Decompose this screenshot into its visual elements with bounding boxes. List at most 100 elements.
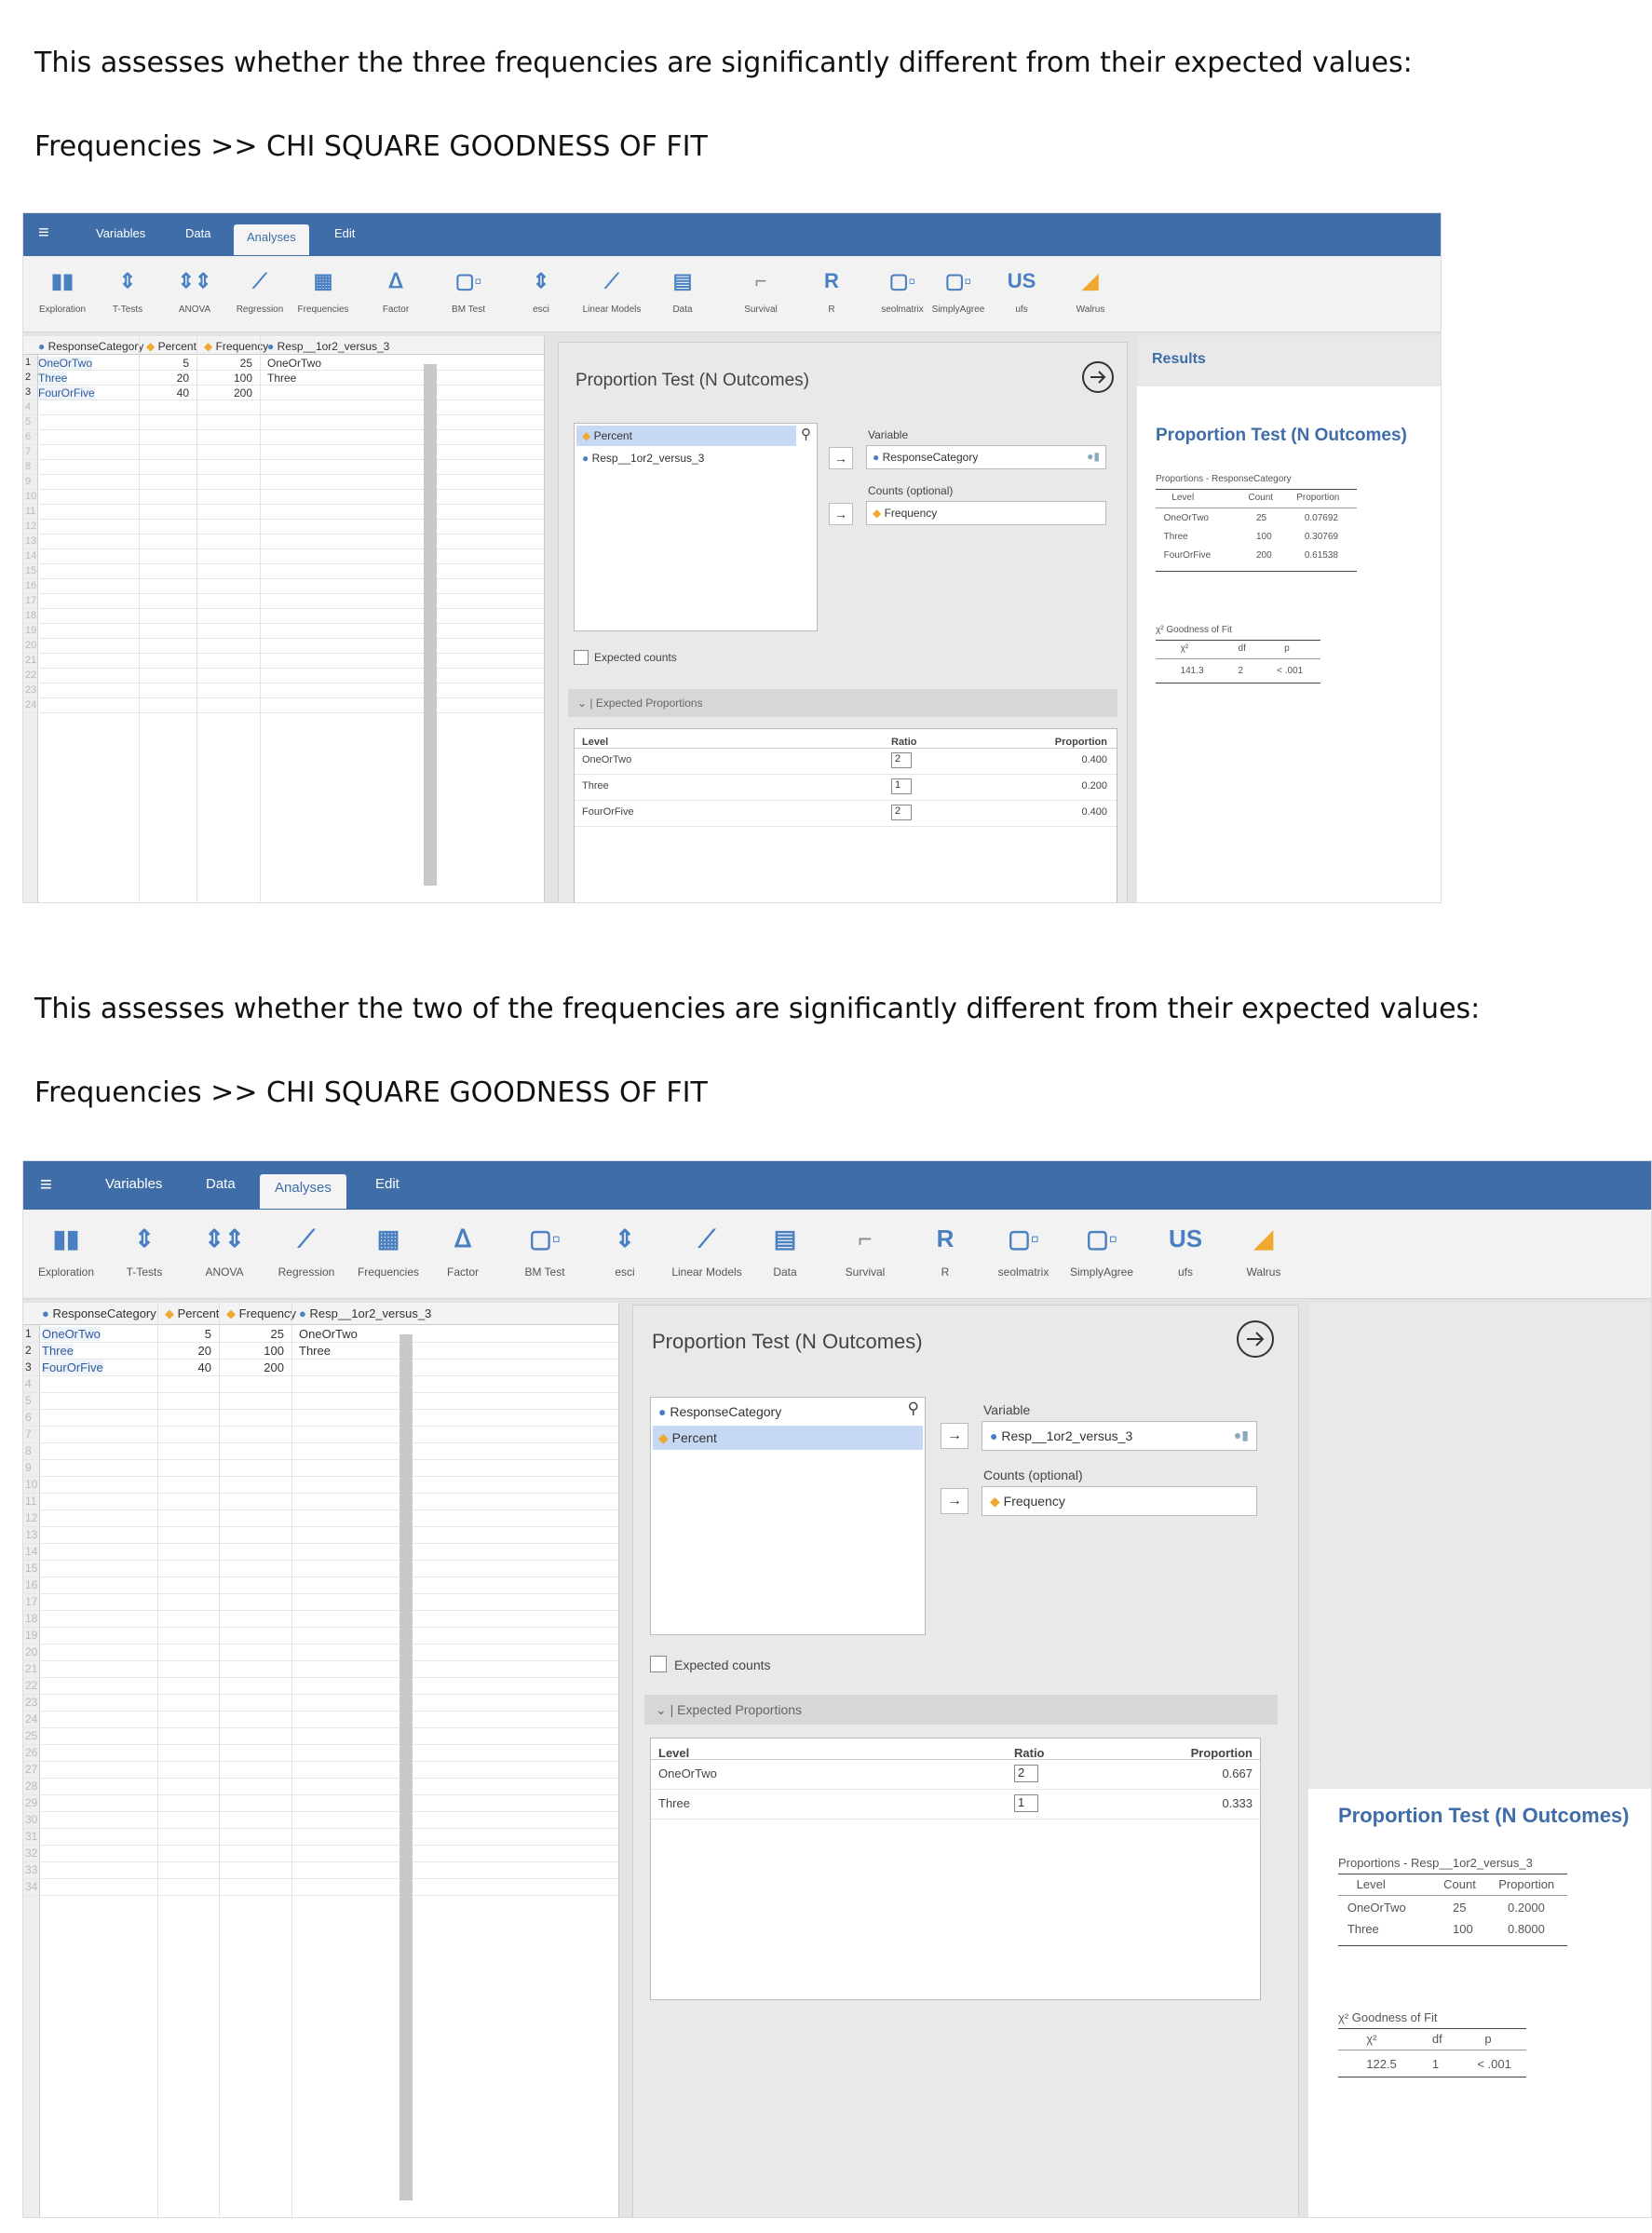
toolbar-seolmatrix[interactable]: ▢▫ seolmatrix — [986, 1210, 1061, 1298]
toolbar-data[interactable]: ▤ Data — [645, 256, 720, 332]
cell-r2-c4[interactable]: Three — [299, 1344, 331, 1358]
move-to-counts-button[interactable]: → — [941, 1488, 968, 1514]
vertical-scrollbar[interactable] — [424, 364, 437, 886]
toolbar-factor[interactable]: ᐃ Factor — [359, 256, 433, 332]
expected-proportions-section[interactable]: ⌄ | Expected Proportions — [644, 1695, 1278, 1725]
toolbar-frequencies[interactable]: ▦ Frequencies — [286, 256, 360, 332]
move-to-variable-button[interactable]: → — [941, 1423, 968, 1449]
column-header-responsecategory[interactable]: ● ResponseCategory — [38, 340, 143, 353]
toolbar-walrus[interactable]: ◢ Walrus — [1226, 1210, 1301, 1298]
cell-r1-c4[interactable]: OneOrTwo — [299, 1327, 358, 1341]
source-var-percent[interactable]: ◆ Percent — [653, 1426, 923, 1450]
cell-r1-c3[interactable]: 25 — [226, 1327, 284, 1341]
column-header-frequency[interactable]: ◆ Frequency — [226, 1306, 296, 1321]
vertical-scrollbar[interactable] — [399, 1334, 413, 2200]
column-header-resp__1or2_versus_3[interactable]: ● Resp__1or2_versus_3 — [299, 1306, 431, 1320]
cell-r2-c4[interactable]: Three — [267, 372, 296, 385]
toolbar-anova[interactable]: ⇕⇕ ANOVA — [157, 256, 232, 332]
toolbar-exploration[interactable]: ▮▮ Exploration — [25, 256, 100, 332]
source-variables-list[interactable]: ◆ Percent ● Resp__1or2_versus_3 ⚲ — [574, 423, 818, 631]
menu-edit[interactable]: Edit — [375, 1176, 399, 1192]
toolbar-factor[interactable]: ᐃ Factor — [426, 1210, 500, 1298]
cell-r2-c1[interactable]: Three — [38, 372, 68, 385]
toolbar-linear-models[interactable]: ⟋ Linear Models — [670, 1210, 744, 1298]
source-var-percent[interactable]: ◆ Percent — [576, 426, 796, 446]
ratio-input[interactable]: 1 — [891, 778, 912, 794]
toolbar-ufs[interactable]: US ufs — [1148, 1210, 1223, 1298]
toolbar-bm-test[interactable]: ▢▫ BM Test — [508, 1210, 582, 1298]
toolbar-r[interactable]: RR — [794, 256, 869, 332]
menu-variables[interactable]: Variables — [96, 226, 145, 240]
cell-r1-c1[interactable]: OneOrTwo — [38, 357, 93, 370]
cell-r2-c3[interactable]: 100 — [204, 372, 252, 385]
cell-r3-c3[interactable]: 200 — [226, 1360, 284, 1374]
toolbar-esci[interactable]: ⇕ esci — [588, 1210, 662, 1298]
ratio-input[interactable]: 2 — [1014, 1764, 1038, 1782]
menu-analyses[interactable]: Analyses — [260, 1174, 346, 1209]
run-arrow-icon[interactable] — [1235, 1319, 1276, 1360]
menu-data[interactable]: Data — [185, 226, 210, 240]
column-header-responsecategory[interactable]: ● ResponseCategory — [42, 1306, 156, 1320]
ratio-input[interactable]: 2 — [891, 751, 912, 768]
ratio-input[interactable]: 2 — [891, 804, 912, 820]
search-icon[interactable]: ⚲ — [908, 1400, 919, 1418]
cell-r3-c3[interactable]: 200 — [204, 386, 252, 399]
hamburger-icon[interactable]: ≡ — [38, 223, 49, 244]
menu-analyses[interactable]: Analyses — [234, 224, 309, 255]
toolbar-t-tests[interactable]: ⇕ T-Tests — [107, 1210, 182, 1298]
toolbar-survival[interactable]: ⌐ Survival — [724, 256, 798, 332]
toolbar-linear-models[interactable]: ⟋ Linear Models — [575, 256, 649, 332]
hamburger-icon[interactable]: ≡ — [40, 1172, 52, 1197]
toolbar-survival[interactable]: ⌐ Survival — [828, 1210, 902, 1298]
toolbar-walrus[interactable]: ◢ Walrus — [1053, 256, 1128, 332]
toolbar-t-tests[interactable]: ⇕ T-Tests — [90, 256, 165, 332]
move-to-variable-button[interactable]: → — [829, 447, 853, 469]
cell-r3-c2[interactable]: 40 — [165, 1360, 211, 1374]
column-header-frequency[interactable]: ◆ Frequency — [204, 340, 268, 353]
search-icon[interactable]: ⚲ — [801, 426, 811, 442]
toolbar-anova[interactable]: ⇕⇕ ANOVA — [187, 1210, 262, 1298]
source-variables-list[interactable]: ● ResponseCategory ◆ Percent ⚲ — [650, 1397, 926, 1635]
data-spreadsheet[interactable]: ● ResponseCategory ◆ Percent ◆ Frequency ● … — [23, 1303, 619, 2217]
toolbar-simplyagree[interactable]: ▢▫ SimplyAgree — [1064, 1210, 1139, 1298]
cell-r3-c1[interactable]: FourOrFive — [42, 1360, 103, 1374]
ratio-input[interactable]: 1 — [1014, 1793, 1038, 1812]
toolbar-ufs[interactable]: US ufs — [984, 256, 1059, 332]
cell-r2-c3[interactable]: 100 — [226, 1344, 284, 1358]
cell-r3-c2[interactable]: 40 — [146, 386, 189, 399]
cell-r1-c4[interactable]: OneOrTwo — [267, 357, 321, 370]
toolbar-r[interactable]: RR — [908, 1210, 982, 1298]
menu-variables[interactable]: Variables — [105, 1176, 162, 1192]
cell-r1-c1[interactable]: OneOrTwo — [42, 1327, 101, 1341]
toolbar-bm-test[interactable]: ▢▫ BM Test — [431, 256, 506, 332]
column-header-resp__1or2_versus_3[interactable]: ● Resp__1or2_versus_3 — [267, 340, 389, 353]
variable-target-field[interactable]: ● Resp__1or2_versus_3 ●▮ — [982, 1421, 1257, 1451]
cell-r1-c2[interactable]: 5 — [165, 1327, 211, 1341]
toolbar-esci[interactable]: ⇕ esci — [504, 256, 578, 332]
expected-counts-checkbox[interactable] — [650, 1656, 667, 1672]
counts-target-field[interactable]: ◆ Frequency — [866, 501, 1106, 525]
counts-target-field[interactable]: ◆ Frequency — [982, 1486, 1257, 1516]
source-var-resp[interactable]: ● Resp__1or2_versus_3 — [576, 448, 704, 468]
data-spreadsheet[interactable]: ● ResponseCategory ◆ Percent ◆ Frequency ● … — [23, 336, 545, 902]
source-var-responsecategory[interactable]: ● ResponseCategory — [653, 1400, 781, 1424]
toolbar-regression[interactable]: ⟋ Regression — [269, 1210, 344, 1298]
cell-r2-c1[interactable]: Three — [42, 1344, 74, 1358]
cell-r2-c2[interactable]: 20 — [165, 1344, 211, 1358]
move-to-counts-button[interactable]: → — [829, 503, 853, 525]
variable-target-field[interactable]: ● ResponseCategory ●▮ — [866, 445, 1106, 469]
menu-data[interactable]: Data — [206, 1176, 236, 1192]
menu-edit[interactable]: Edit — [334, 226, 355, 240]
toolbar-exploration[interactable]: ▮▮ Exploration — [29, 1210, 103, 1298]
column-header-percent[interactable]: ◆ Percent — [146, 340, 196, 353]
expected-counts-checkbox[interactable] — [574, 650, 589, 665]
cell-r1-c3[interactable]: 25 — [204, 357, 252, 370]
column-header-percent[interactable]: ◆ Percent — [165, 1306, 219, 1321]
expected-proportions-section[interactable]: ⌄ | Expected Proportions — [568, 689, 1117, 717]
cell-r2-c2[interactable]: 20 — [146, 372, 189, 385]
cell-r1-c2[interactable]: 5 — [146, 357, 189, 370]
toolbar-frequencies[interactable]: ▦ Frequencies — [351, 1210, 426, 1298]
run-arrow-icon[interactable] — [1080, 359, 1116, 395]
cell-r3-c1[interactable]: FourOrFive — [38, 386, 95, 399]
toolbar-data[interactable]: ▤ Data — [748, 1210, 822, 1298]
